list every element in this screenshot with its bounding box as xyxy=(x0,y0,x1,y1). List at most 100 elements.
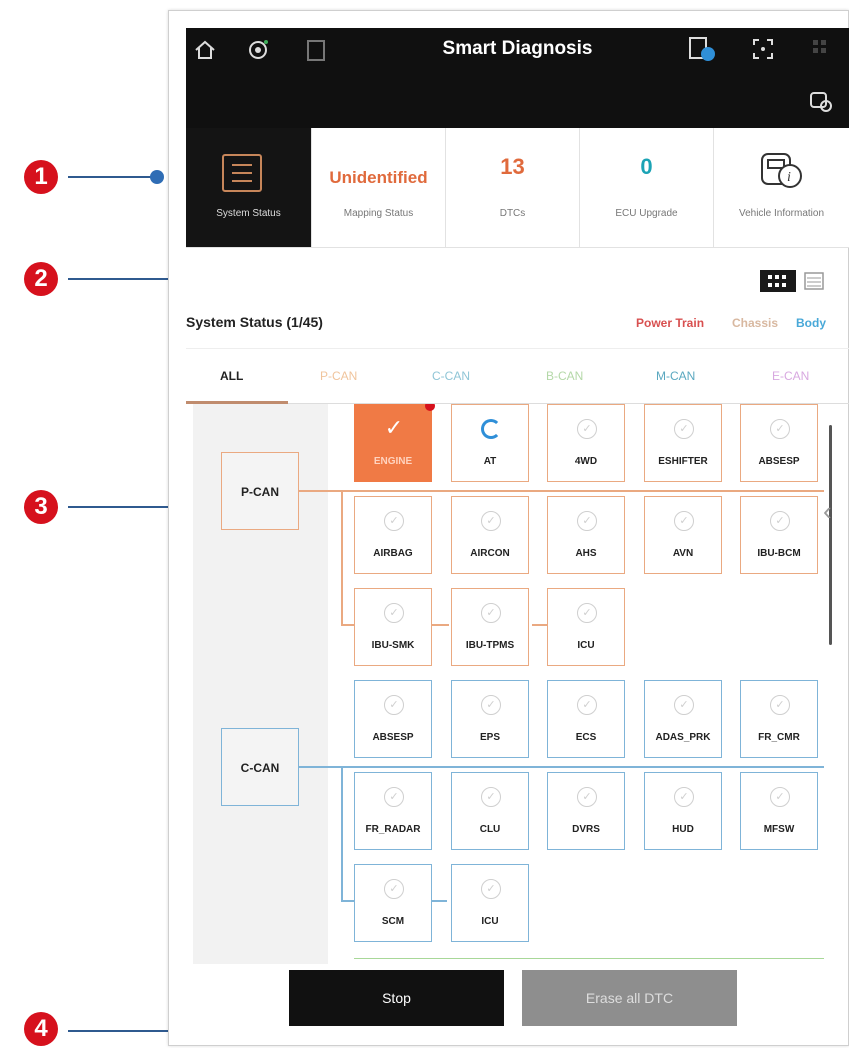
ecu-absesp[interactable]: ✓ ABSESP xyxy=(740,404,818,482)
callout-number: 4 xyxy=(24,1012,58,1046)
vehicle-settings-icon[interactable] xyxy=(808,90,832,116)
legend-body: Body xyxy=(796,316,826,330)
menu-icon[interactable] xyxy=(812,38,828,64)
ecu-status-icon: ✓ xyxy=(674,695,694,715)
loading-spinner-icon: ✓ xyxy=(481,419,501,439)
list-view-icon[interactable] xyxy=(804,272,824,295)
ecu-status-icon: ✓ xyxy=(384,603,404,623)
ecu-ibu-tpms[interactable]: ✓ IBU-TPMS xyxy=(451,588,529,666)
ecu-upgrade-card[interactable]: 0 ECU Upgrade xyxy=(580,128,714,248)
dtcs-value: 13 xyxy=(500,154,525,179)
legend-chassis: Chassis xyxy=(732,316,779,330)
ecu-ibu-bcm[interactable]: ✓ IBU-BCM xyxy=(740,496,818,574)
callout-line xyxy=(68,176,154,178)
ecu-status-icon: ✓ xyxy=(481,695,501,715)
ecu-label: HUD xyxy=(672,824,694,835)
ecu-fr-radar[interactable]: ✓ FR_RADAR xyxy=(354,772,432,850)
ecu-status-icon: ✓ xyxy=(674,511,694,531)
mapping-status-label: Mapping Status xyxy=(343,208,414,219)
ecu-status-icon: ✓ xyxy=(577,419,597,439)
wire xyxy=(299,490,824,492)
tab-b-can[interactable]: B-CAN xyxy=(546,369,583,383)
ecu-airbag[interactable]: ✓ AIRBAG xyxy=(354,496,432,574)
ecu-scm[interactable]: ✓ SCM xyxy=(354,864,432,942)
ecu-status-icon: ✓ xyxy=(384,787,404,807)
bus-c-can[interactable]: C-CAN xyxy=(221,728,299,806)
tab-e-can[interactable]: E-CAN xyxy=(772,369,809,383)
ecu-avn[interactable]: ✓ AVN xyxy=(644,496,722,574)
ecu-status-icon: ✓ xyxy=(481,603,501,623)
mapping-status-card[interactable]: Unidentified Mapping Status xyxy=(312,128,446,248)
ecu-at[interactable]: ✓ AT xyxy=(451,404,529,482)
ecu-status-icon: ✓ xyxy=(770,419,790,439)
diagnosis-gear-icon[interactable] xyxy=(246,38,270,66)
ecu-label: AVN xyxy=(672,548,694,559)
ecu-label: ESHIFTER xyxy=(658,456,708,467)
ecu-status-icon: ✓ xyxy=(481,787,501,807)
ecu-label: IBU-SMK xyxy=(371,640,415,651)
document-icon[interactable] xyxy=(306,38,326,66)
home-icon[interactable] xyxy=(194,40,216,64)
ecu-status-icon: ✓ xyxy=(384,879,404,899)
ecu-label: ICU xyxy=(577,640,595,651)
ecu-label: AT xyxy=(483,456,497,467)
ecu-absesp[interactable]: ✓ ABSESP xyxy=(354,680,432,758)
system-status-label: System Status xyxy=(216,208,281,219)
legend-power-train: Power Train xyxy=(636,316,705,330)
dtcs-label: DTCs xyxy=(499,208,526,219)
erase-all-dtc-button[interactable]: Erase all DTC xyxy=(522,970,737,1026)
ecu-status-icon: ✓ xyxy=(770,511,790,531)
ecu-status-icon: ✓ xyxy=(770,695,790,715)
ecu-label: CLU xyxy=(479,824,501,835)
diagram-scrollbar[interactable] xyxy=(829,425,832,645)
ecu-eshifter[interactable]: ✓ ESHIFTER xyxy=(644,404,722,482)
ecu-icu[interactable]: ✓ ICU xyxy=(547,588,625,666)
ecu-label: AIRCON xyxy=(470,548,510,559)
ecu-aircon[interactable]: ✓ AIRCON xyxy=(451,496,529,574)
ecu-label: MFSW xyxy=(763,824,795,835)
ecu-icu[interactable]: ✓ ICU xyxy=(451,864,529,942)
ecu-ecs[interactable]: ✓ ECS xyxy=(547,680,625,758)
tab-all[interactable]: ALL xyxy=(220,369,243,383)
ecu-label: IBU-TPMS xyxy=(465,640,515,651)
check-icon: ✓ xyxy=(384,415,404,440)
ecu-engine[interactable]: ✓ ENGINE xyxy=(354,404,435,482)
status-summary: System Status Unidentified Mapping Statu… xyxy=(186,128,849,248)
callout-number: 2 xyxy=(24,262,58,296)
ecu-label: ABSESP xyxy=(758,456,800,467)
vehicle-info-icon: i xyxy=(758,150,806,195)
dtcs-card[interactable]: 13 DTCs xyxy=(446,128,580,248)
system-status-tab[interactable]: System Status xyxy=(186,128,312,248)
ecu-label: ADAS_PRK xyxy=(655,732,711,743)
vci-info-icon[interactable] xyxy=(688,36,716,66)
tab-m-can[interactable]: M-CAN xyxy=(656,369,695,383)
expand-icon[interactable] xyxy=(752,38,774,64)
wire xyxy=(299,766,824,768)
ecu-4wd[interactable]: ✓ 4WD xyxy=(547,404,625,482)
chevron-left-icon[interactable]: ‹ xyxy=(823,496,832,527)
ecu-status-icon: ✓ xyxy=(481,511,501,531)
ecu-ibu-smk[interactable]: ✓ IBU-SMK xyxy=(354,588,432,666)
ecu-upgrade-label: ECU Upgrade xyxy=(615,208,678,219)
ecu-status-icon: ✓ xyxy=(384,695,404,715)
tab-c-can[interactable]: C-CAN xyxy=(432,369,470,383)
ecu-status-icon: ✓ xyxy=(770,787,790,807)
ecu-eps[interactable]: ✓ EPS xyxy=(451,680,529,758)
stop-button[interactable]: Stop xyxy=(289,970,504,1026)
ecu-label: 4WD xyxy=(574,456,598,467)
tab-p-can[interactable]: P-CAN xyxy=(320,369,357,383)
vehicle-information-card[interactable]: i Vehicle Information xyxy=(714,128,849,248)
ecu-label: ENGINE xyxy=(373,456,413,467)
topology-view-icon[interactable] xyxy=(760,270,796,297)
bus-p-can[interactable]: P-CAN xyxy=(221,452,299,530)
ecu-hud[interactable]: ✓ HUD xyxy=(644,772,722,850)
ecu-status-icon: ✓ xyxy=(577,603,597,623)
ecu-dvrs[interactable]: ✓ DVRS xyxy=(547,772,625,850)
ecu-adas-prk[interactable]: ✓ ADAS_PRK xyxy=(644,680,722,758)
ecu-mfsw[interactable]: ✓ MFSW xyxy=(740,772,818,850)
ecu-upgrade-value: 0 xyxy=(640,154,653,179)
ecu-ahs[interactable]: ✓ AHS xyxy=(547,496,625,574)
ecu-clu[interactable]: ✓ CLU xyxy=(451,772,529,850)
ecu-fr-cmr[interactable]: ✓ FR_CMR xyxy=(740,680,818,758)
ecu-label: AIRBAG xyxy=(373,548,413,559)
